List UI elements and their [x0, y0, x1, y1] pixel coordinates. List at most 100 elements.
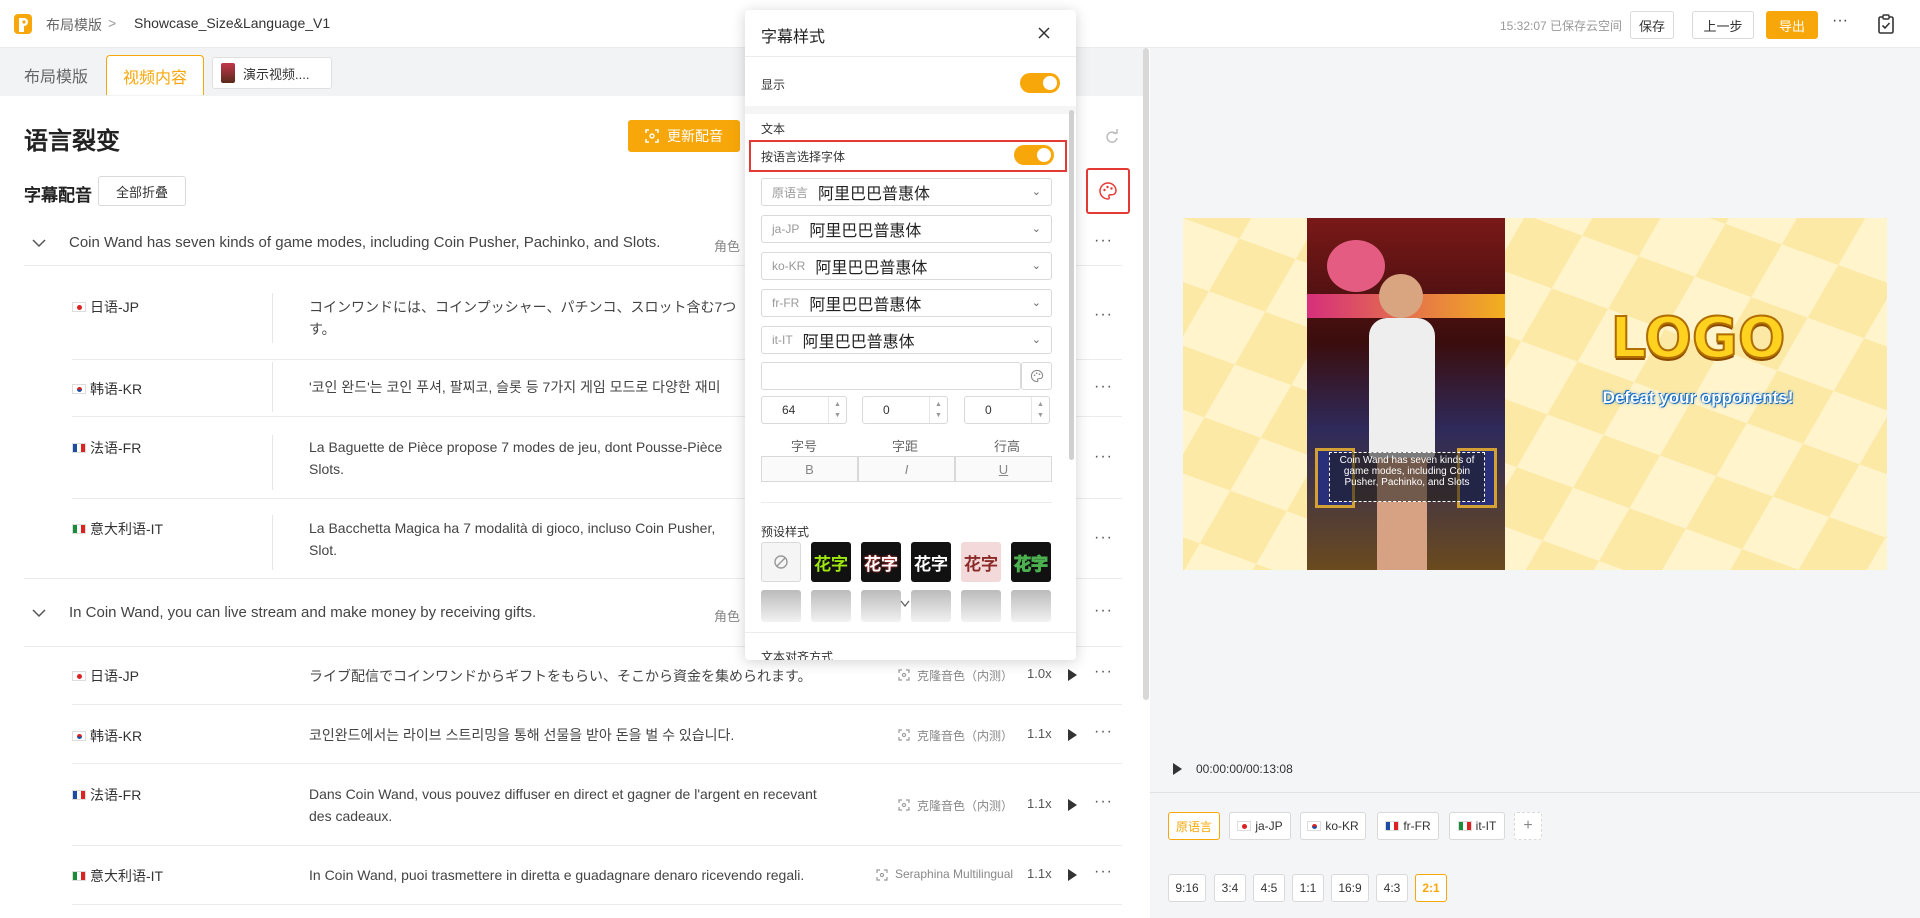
- translation-text[interactable]: Dans Coin Wand, vous pouvez diffuser en …: [309, 783, 817, 805]
- font-by-language-toggle[interactable]: [1014, 145, 1054, 165]
- tab-demo-video[interactable]: 演示视频....: [212, 57, 332, 89]
- line-height-input[interactable]: 0 ▲ ▼: [964, 396, 1050, 424]
- preset-none[interactable]: [761, 542, 801, 582]
- translation-text[interactable]: '코인 완드'는 코인 푸셔, 팔찌코, 슬롯 등 7가지 게임 모드로 다양한…: [309, 376, 720, 398]
- more-icon[interactable]: ···: [1094, 232, 1113, 250]
- preset-gray-6[interactable]: [1011, 590, 1051, 622]
- voice-name[interactable]: Seraphina Multilingual: [895, 867, 1013, 881]
- chevron-down-icon[interactable]: [900, 600, 910, 608]
- voice-name[interactable]: 克隆音色（内测）: [917, 667, 1013, 684]
- lang-chip-ko-kr[interactable]: ko-KR: [1300, 812, 1366, 840]
- bold-button[interactable]: B: [761, 456, 858, 482]
- translation-text-line2[interactable]: す。: [309, 318, 336, 340]
- stepper-icon[interactable]: ▲ ▼: [929, 397, 947, 423]
- update-dubbing-button[interactable]: 更新配音: [628, 120, 740, 152]
- preset-gray-4[interactable]: [911, 590, 951, 622]
- tab-video-content[interactable]: 视频内容: [106, 55, 204, 95]
- stepper-icon[interactable]: ▲ ▼: [828, 397, 846, 423]
- breadcrumb-root[interactable]: 布局模版: [46, 15, 102, 35]
- more-icon[interactable]: ···: [1094, 306, 1113, 324]
- ratio-2-1[interactable]: 2:1: [1415, 874, 1447, 902]
- translation-text[interactable]: In Coin Wand, puoi trasmettere in dirett…: [309, 864, 804, 886]
- more-icon[interactable]: ···: [1094, 663, 1113, 681]
- play-icon[interactable]: [1068, 669, 1077, 681]
- source-sentence[interactable]: In Coin Wand, you can live stream and ma…: [69, 602, 536, 624]
- preset-green[interactable]: 花字: [811, 542, 851, 582]
- play-icon[interactable]: [1068, 799, 1077, 811]
- more-icon[interactable]: ···: [1094, 793, 1113, 811]
- font-select-fr-fr[interactable]: fr-FR 阿里巴巴普惠体 ⌄: [761, 289, 1052, 317]
- speed-value[interactable]: 1.1x: [1027, 796, 1052, 811]
- stepper-icon[interactable]: ▲ ▼: [1031, 397, 1049, 423]
- more-icon[interactable]: ···: [1094, 602, 1113, 620]
- export-button[interactable]: 导出: [1766, 11, 1818, 39]
- voice-name[interactable]: 克隆音色（内测）: [917, 727, 1013, 744]
- preset-gray-1[interactable]: [761, 590, 801, 622]
- more-menu-icon[interactable]: ···: [1832, 12, 1848, 30]
- redo-icon[interactable]: [1104, 128, 1120, 144]
- chevron-down-icon[interactable]: [32, 608, 46, 618]
- underline-button[interactable]: U: [955, 456, 1052, 482]
- clipboard-check-icon[interactable]: [1877, 14, 1895, 34]
- ratio-9-16[interactable]: 9:16: [1168, 874, 1206, 902]
- collapse-all-button[interactable]: 全部折叠: [98, 176, 186, 206]
- more-icon[interactable]: ···: [1094, 529, 1113, 547]
- lang-chip-it-it[interactable]: it-IT: [1449, 812, 1505, 840]
- more-icon[interactable]: ···: [1094, 863, 1113, 881]
- font-select-ja-jp[interactable]: ja-JP 阿里巴巴普惠体 ⌄: [761, 215, 1052, 243]
- ratio-1-1[interactable]: 1:1: [1292, 874, 1324, 902]
- ratio-16-9[interactable]: 16:9: [1331, 874, 1369, 902]
- chevron-down-icon[interactable]: [32, 238, 46, 248]
- panel-scrollbar[interactable]: [1069, 110, 1074, 460]
- preset-pink[interactable]: 花字: [961, 542, 1001, 582]
- role-label[interactable]: 角色: [714, 606, 740, 625]
- app-logo-icon[interactable]: [12, 12, 34, 36]
- more-icon[interactable]: ···: [1094, 378, 1113, 396]
- subtitle-style-trigger[interactable]: [1086, 168, 1130, 214]
- display-toggle[interactable]: [1020, 73, 1060, 93]
- translation-text[interactable]: 코인완드에서는 라이브 스트리밍을 통해 선물을 받아 돈을 벌 수 있습니다.: [309, 724, 734, 746]
- slogan-text[interactable]: Defeat your opponents!: [1563, 388, 1833, 408]
- ratio-4-3[interactable]: 4:3: [1376, 874, 1408, 902]
- main-scrollbar[interactable]: [1143, 48, 1149, 700]
- source-sentence[interactable]: Coin Wand has seven kinds of game modes,…: [69, 232, 660, 254]
- more-icon[interactable]: ···: [1094, 723, 1113, 741]
- preset-gray-5[interactable]: [961, 590, 1001, 622]
- video-frame[interactable]: Coin Wand has seven kinds of game modes,…: [1307, 218, 1505, 570]
- play-icon[interactable]: [1068, 869, 1077, 881]
- more-icon[interactable]: ···: [1094, 448, 1113, 466]
- speed-value[interactable]: 1.1x: [1027, 726, 1052, 741]
- preset-white[interactable]: 花字: [911, 542, 951, 582]
- logo-text[interactable]: LOGO: [1593, 305, 1803, 372]
- voice-name[interactable]: 克隆音色（内测）: [917, 797, 1013, 814]
- translation-text[interactable]: La Bacchetta Magica ha 7 modalità di gio…: [309, 517, 715, 539]
- tab-layout[interactable]: 布局模版: [24, 55, 88, 95]
- preview-canvas[interactable]: Coin Wand has seven kinds of game modes,…: [1183, 218, 1887, 570]
- translation-text[interactable]: La Baguette de Pièce propose 7 modes de …: [309, 436, 722, 458]
- preset-white-red[interactable]: 花字: [861, 542, 901, 582]
- save-button[interactable]: 保存: [1630, 11, 1674, 39]
- preset-green-outline[interactable]: 花字: [1011, 542, 1051, 582]
- font-select-it-it[interactable]: it-IT 阿里巴巴普惠体 ⌄: [761, 326, 1052, 354]
- previous-step-button[interactable]: 上一步: [1692, 11, 1754, 39]
- lang-chip-source[interactable]: 原语言: [1168, 812, 1220, 840]
- ratio-4-5[interactable]: 4:5: [1253, 874, 1285, 902]
- color-picker-button[interactable]: [1021, 362, 1052, 390]
- preview-play-icon[interactable]: [1173, 763, 1182, 775]
- add-language-button[interactable]: +: [1514, 812, 1542, 840]
- lang-chip-ja-jp[interactable]: ja-JP: [1229, 812, 1291, 840]
- font-select-ko-kr[interactable]: ko-KR 阿里巴巴普惠体 ⌄: [761, 252, 1052, 280]
- font-size-input[interactable]: 64 ▲ ▼: [761, 396, 847, 424]
- translation-text[interactable]: コインワンドには、コインプッシャー、パチンコ、スロット含む7つ: [309, 296, 736, 318]
- role-label[interactable]: 角色: [714, 236, 740, 255]
- close-icon[interactable]: [1038, 27, 1050, 39]
- lang-chip-fr-fr[interactable]: fr-FR: [1377, 812, 1439, 840]
- translation-text-line2[interactable]: des cadeaux.: [309, 805, 392, 827]
- font-select-source[interactable]: 原语言 阿里巴巴普惠体 ⌄: [761, 178, 1052, 206]
- italic-button[interactable]: I: [858, 456, 955, 482]
- translation-text-line2[interactable]: Slots.: [309, 458, 344, 480]
- letter-spacing-input[interactable]: 0 ▲ ▼: [862, 396, 948, 424]
- project-name[interactable]: Showcase_Size&Language_V1: [134, 15, 330, 31]
- speed-value[interactable]: 1.0x: [1027, 666, 1052, 681]
- preset-gray-3[interactable]: [861, 590, 901, 622]
